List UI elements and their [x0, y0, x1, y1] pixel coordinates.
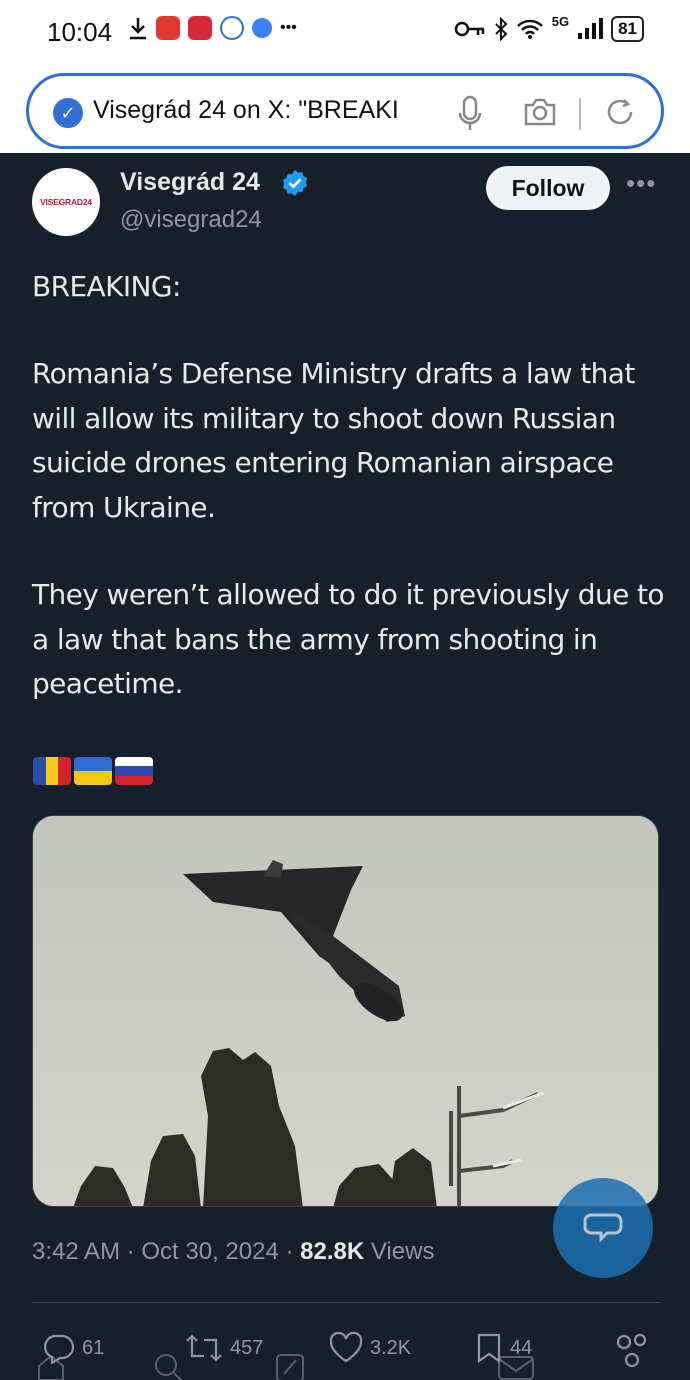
camera-icon[interactable]	[523, 96, 557, 128]
compose-reply-fab[interactable]	[553, 1178, 653, 1278]
romania-flag-icon	[33, 757, 71, 785]
status-bar: 10:04 ••• 5G 81	[0, 0, 690, 66]
notification-icons: •••	[128, 16, 297, 40]
refresh-icon[interactable]	[604, 96, 636, 128]
share-icon	[616, 1333, 647, 1368]
reply-count: 61	[82, 1336, 105, 1359]
iflytek-notification-icon	[220, 16, 244, 40]
share-button[interactable]	[614, 1332, 648, 1368]
verified-badge-icon	[282, 170, 308, 196]
signal-icon	[578, 18, 604, 39]
avatar-logo-text: VISEGRAD24	[40, 197, 92, 207]
display-name[interactable]: Visegrád 24	[120, 168, 260, 197]
address-bar[interactable]: ✓ Visegrád 24 on X: "BREAKI	[26, 73, 664, 149]
flag-emojis	[33, 757, 153, 785]
download-icon	[130, 18, 146, 40]
repost-icon	[186, 1334, 222, 1362]
browser-notification-icon	[252, 18, 272, 38]
drone-photo	[33, 816, 658, 1206]
tweet-paragraph: BREAKING:	[32, 270, 181, 303]
bluetooth-icon	[495, 17, 508, 41]
battery-indicator: 81	[611, 16, 644, 42]
heart-icon	[329, 1332, 363, 1363]
like-count: 3.2K	[370, 1336, 412, 1359]
system-icons: 5G 81	[454, 13, 644, 42]
views-count: 82.8K	[300, 1238, 365, 1265]
browser-chrome: 10:04 ••• 5G 81 ✓ Visegrád 24 on X: "BRE…	[0, 0, 690, 153]
compose-nav-icon	[276, 1354, 304, 1380]
more-options-icon[interactable]: •••	[626, 168, 656, 199]
search-nav-icon	[155, 1354, 183, 1380]
wifi-icon	[516, 19, 543, 39]
app-notification-icon	[156, 16, 180, 40]
tweet-media-image[interactable]	[32, 815, 659, 1207]
tweet-timestamp[interactable]: 3:42 AM · Oct 30, 2024 ·	[32, 1238, 300, 1265]
address-bar-separator	[579, 98, 581, 130]
action-divider	[32, 1302, 660, 1303]
follow-button[interactable]: Follow	[486, 166, 610, 210]
views-label: Views	[364, 1238, 435, 1265]
repost-button[interactable]: 457	[184, 1332, 263, 1364]
tweet-paragraph: They weren’t allowed to do it previously…	[32, 578, 665, 700]
huawei-notification-icon	[188, 16, 212, 40]
messages-nav-icon	[498, 1356, 534, 1380]
status-time: 10:04	[47, 17, 113, 47]
chat-bubble-icon	[583, 1213, 623, 1243]
home-nav-icon	[38, 1354, 64, 1380]
network-type: 5G	[551, 13, 570, 29]
russia-flag-icon	[115, 757, 153, 785]
tweet-actions: 61 457 3.2K 44	[0, 1322, 690, 1380]
address-text[interactable]: Visegrád 24 on X: "BREAKI	[93, 96, 399, 125]
tweet-metadata: 3:42 AM · Oct 30, 2024 · 82.8K Views	[32, 1238, 434, 1266]
secure-shield-icon[interactable]: ✓	[53, 98, 83, 128]
key-icon	[454, 21, 484, 37]
tweet-paragraph: Romania’s Defense Ministry drafts a law …	[32, 357, 635, 524]
like-button[interactable]: 3.2K	[328, 1332, 411, 1364]
ukraine-flag-icon	[74, 757, 112, 785]
microphone-icon[interactable]	[457, 94, 483, 134]
repost-count: 457	[230, 1336, 264, 1359]
avatar[interactable]: VISEGRAD24	[32, 168, 100, 236]
user-handle[interactable]: @visegrad24	[120, 206, 262, 234]
more-notifications-icon: •••	[280, 19, 297, 36]
